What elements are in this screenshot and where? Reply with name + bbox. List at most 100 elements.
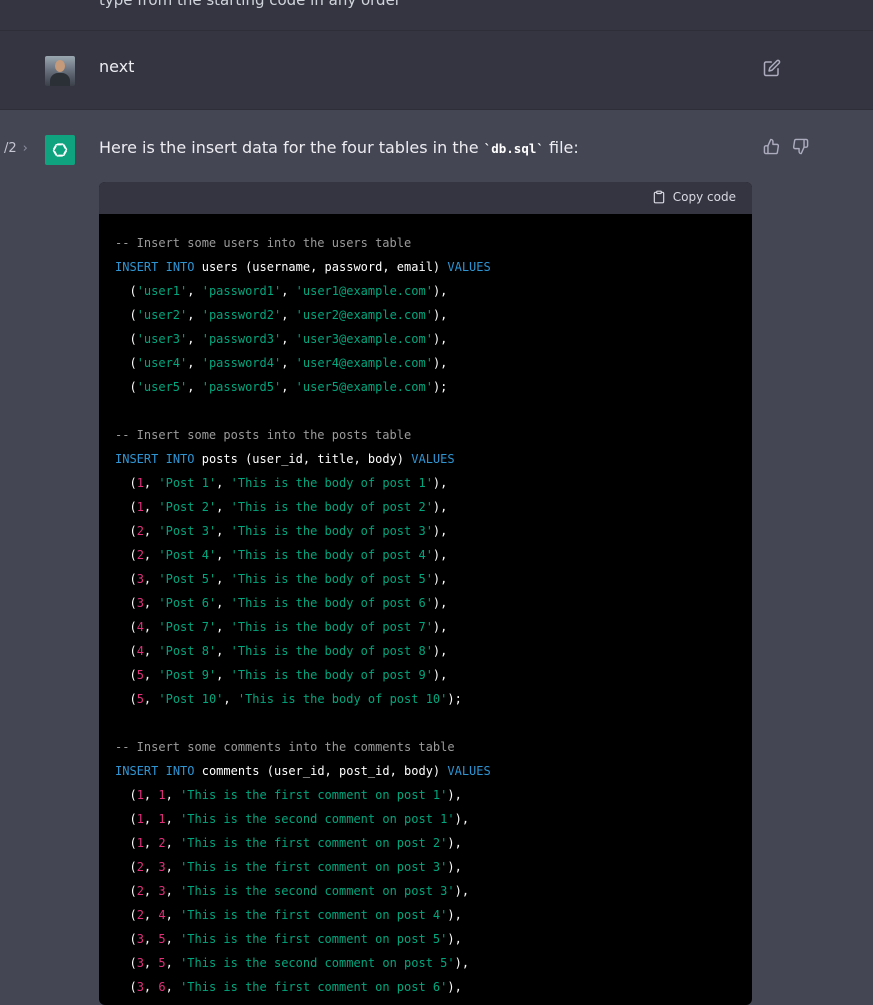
code-token: , — [216, 524, 231, 538]
code-token: ), — [432, 668, 448, 682]
code-token: ( — [115, 860, 137, 874]
edit-icon[interactable] — [763, 59, 781, 77]
code-token: 'This is the second comment on post 1' — [180, 812, 455, 826]
code-token: , — [165, 932, 181, 946]
code-token: users (username, password, email) — [194, 260, 448, 274]
code-token: , — [143, 476, 159, 490]
code-line: (2, 'Post 3', 'This is the body of post … — [115, 519, 736, 543]
code-token: , — [165, 980, 181, 994]
code-line: (3, 5, 'This is the second comment on po… — [115, 951, 736, 975]
code-line: (4, 'Post 7', 'This is the body of post … — [115, 615, 736, 639]
code-token: 'Post 9' — [158, 668, 217, 682]
thumbs-down-icon[interactable] — [792, 138, 809, 155]
code-token: 3 — [136, 980, 144, 994]
code-token: 5 — [158, 956, 166, 970]
code-token: ), — [432, 524, 448, 538]
code-token: ( — [115, 548, 137, 562]
code-token: 'user2' — [136, 308, 188, 322]
code-token: VALUES — [447, 764, 491, 778]
code-token: , — [143, 956, 159, 970]
code-token: ); — [447, 692, 462, 706]
code-line: (2, 4, 'This is the first comment on pos… — [115, 903, 736, 927]
code-token: 'This is the first comment on post 4' — [180, 908, 448, 922]
copy-code-button[interactable]: Copy code — [652, 190, 736, 204]
code-token: , — [187, 332, 202, 346]
code-block: Copy code -- Insert some users into the … — [99, 182, 752, 1005]
code-token: , — [143, 836, 159, 850]
chevron-right-icon[interactable]: › — [23, 141, 28, 156]
code-token: , — [216, 620, 231, 634]
code-token: , — [143, 620, 159, 634]
code-line: (1, 1, 'This is the second comment on po… — [115, 807, 736, 831]
response-pager[interactable]: /2 › — [4, 141, 28, 156]
copy-code-label: Copy code — [672, 190, 736, 204]
code-token: , — [143, 980, 159, 994]
code-token: 'password3' — [201, 332, 282, 346]
code-token: , — [143, 572, 159, 586]
code-line: ('user5', 'password5', 'user5@example.co… — [115, 375, 736, 399]
code-token: 'user4' — [136, 356, 188, 370]
code-token: ( — [115, 788, 137, 802]
code-token: INTO — [165, 452, 195, 466]
code-token: 3 — [158, 884, 166, 898]
code-token: ), — [432, 356, 448, 370]
code-token: , — [165, 836, 181, 850]
code-token: 'Post 10' — [158, 692, 224, 706]
code-token: 'user5@example.com' — [295, 380, 433, 394]
code-token: 'password5' — [201, 380, 282, 394]
code-token: , — [187, 308, 202, 322]
code-token: , — [143, 500, 159, 514]
code-token: , — [165, 788, 181, 802]
code-token: , — [281, 380, 296, 394]
code-line: (2, 'Post 4', 'This is the body of post … — [115, 543, 736, 567]
code-line: -- Insert some posts into the posts tabl… — [115, 423, 736, 447]
code-line: ('user2', 'password2', 'user2@example.co… — [115, 303, 736, 327]
assistant-intro: Here is the insert data for the four tab… — [99, 138, 579, 157]
previous-message-text: type from the starting code in any order — [99, 0, 401, 9]
code-token: 5 — [136, 692, 144, 706]
code-token: ); — [432, 380, 448, 394]
previous-message-strip: type from the starting code in any order — [0, 0, 873, 31]
code-token: ( — [115, 620, 137, 634]
code-token: 'user3' — [136, 332, 188, 346]
code-token: ( — [115, 644, 137, 658]
code-token: posts (user_id, title, body) — [194, 452, 412, 466]
code-token: -- Insert some posts into the posts tabl… — [115, 428, 412, 442]
code-token: ), — [454, 956, 470, 970]
code-token: 1 — [136, 500, 144, 514]
code-token: ( — [115, 884, 137, 898]
code-token: ( — [115, 980, 137, 994]
thumbs-up-icon[interactable] — [763, 138, 780, 155]
code-token: ), — [447, 836, 462, 850]
code-token: 'Post 1' — [158, 476, 217, 490]
code-token: , — [143, 668, 159, 682]
code-token: 'This is the first comment on post 2' — [180, 836, 448, 850]
code-token: ( — [115, 476, 137, 490]
code-token: 'This is the body of post 7' — [230, 620, 433, 634]
code-token: 'user2@example.com' — [295, 308, 433, 322]
code-token: ), — [432, 500, 448, 514]
code-token: 'This is the body of post 10' — [237, 692, 448, 706]
code-token: INTO — [165, 764, 195, 778]
code-token: 'This is the body of post 5' — [230, 572, 433, 586]
code-token: , — [281, 308, 296, 322]
code-line: INSERT INTO posts (user_id, title, body)… — [115, 447, 736, 471]
code-line: (3, 6, 'This is the first comment on pos… — [115, 975, 736, 999]
code-token: INSERT — [115, 764, 159, 778]
code-line: (1, 'Post 1', 'This is the body of post … — [115, 471, 736, 495]
code-token: VALUES — [411, 452, 455, 466]
code-token: 1 — [158, 788, 166, 802]
code-token: , — [143, 812, 159, 826]
code-token: 6 — [158, 980, 166, 994]
code-token: ( — [115, 284, 137, 298]
code-token: 2 — [136, 524, 144, 538]
code-line: -- Insert some comments into the comment… — [115, 735, 736, 759]
code-token: 'This is the first comment on post 3' — [180, 860, 448, 874]
code-token: ( — [115, 692, 137, 706]
code-token: , — [143, 692, 159, 706]
code-token: 'Post 3' — [158, 524, 217, 538]
inline-code-filename: `db.sql` — [483, 141, 544, 156]
code-token: ( — [115, 524, 137, 538]
user-message: next — [0, 31, 873, 110]
